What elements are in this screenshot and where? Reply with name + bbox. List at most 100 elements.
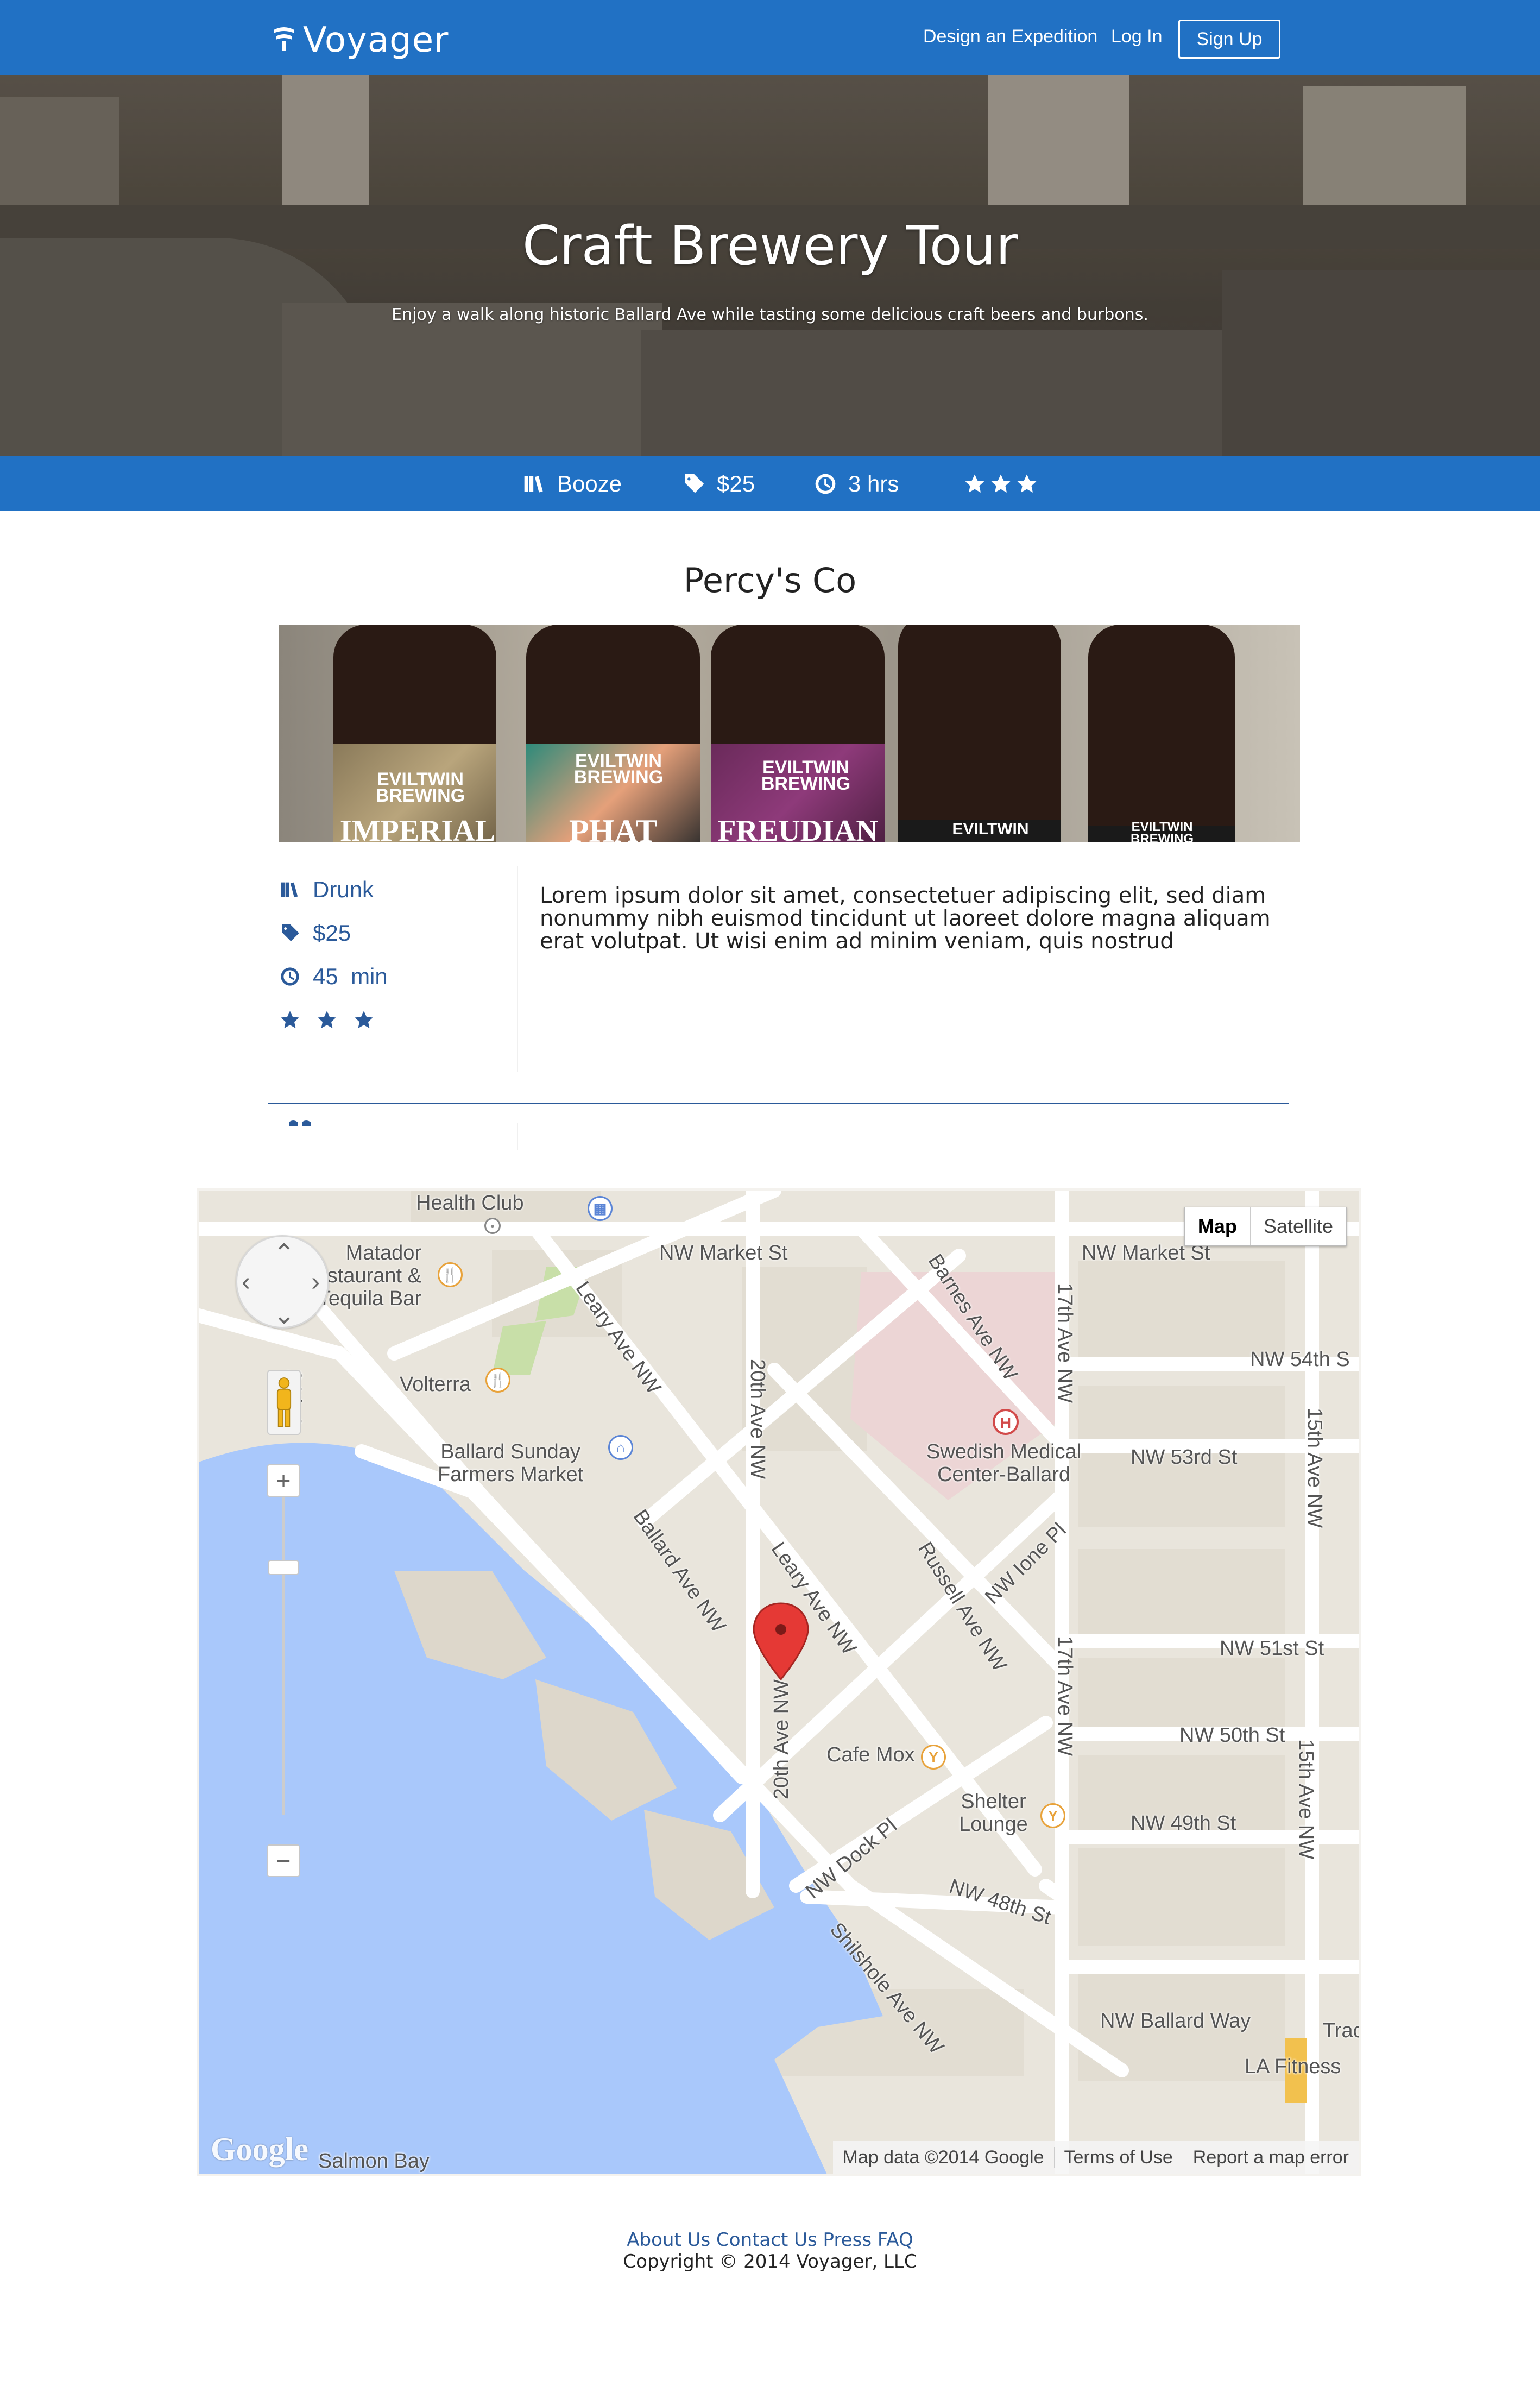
zoom-slider-handle[interactable] [268, 1560, 299, 1575]
about-link[interactable]: About Us [627, 2229, 710, 2251]
stop-details: Drunk $25 45 min [279, 868, 518, 1042]
tour-stats-bar: Booze $25 3 hrs [0, 456, 1540, 511]
bottle-image [711, 625, 885, 842]
books-icon [281, 882, 298, 898]
stat-price-label: $25 [717, 471, 755, 496]
stop-category-label: Drunk [313, 877, 374, 902]
restaurant-poi-icon[interactable]: 🍴 [438, 1262, 463, 1287]
pan-control[interactable]: ⌃ ⌃ ‹ › [236, 1235, 329, 1329]
copyright: Copyright © 2014 Voyager, LLC [623, 2251, 917, 2272]
next-stop-icon-peek [288, 1119, 326, 1126]
stat-price: $25 [682, 470, 755, 498]
navbar: Voyager Design an Expedition Log In Sign… [0, 0, 1540, 75]
stop-rating [279, 998, 518, 1042]
transit-poi-icon[interactable]: ▦ [588, 1196, 613, 1221]
google-logo[interactable]: Google [211, 2131, 308, 2168]
pan-right-icon[interactable]: › [311, 1269, 320, 1295]
map-type-map-button[interactable]: Map [1185, 1207, 1251, 1245]
bottle-image [898, 625, 1061, 842]
stop-duration-unit: min [351, 964, 388, 989]
stop-price: $25 [279, 911, 518, 955]
street-label: 17th Ave NW [1053, 1283, 1076, 1403]
stop-price-label: $25 [313, 920, 351, 946]
star-icon [281, 1011, 299, 1029]
books-icon [524, 476, 543, 493]
details-divider [517, 1123, 518, 1150]
tag-icon [685, 474, 704, 493]
stat-rating [963, 470, 1038, 498]
clock-icon [815, 474, 836, 494]
street-label: 15th Ave NW [1295, 1739, 1317, 1860]
contact-link[interactable]: Contact Us [716, 2229, 817, 2251]
footer-links: About Us Contact Us Press FAQ [0, 2229, 1540, 2251]
brand-name: Voyager [303, 20, 449, 60]
route-map[interactable]: H Health Club Matador Restaurant & Tequi… [197, 1188, 1361, 2176]
stop-description: Lorem ipsum dolor sit amet, consectetuer… [540, 883, 1271, 954]
bottle-label-text: EVILTWIN [952, 820, 1029, 838]
press-link[interactable]: Press [823, 2229, 872, 2251]
voyager-logo-icon [274, 27, 294, 51]
restaurant-poi-icon[interactable]: 🍴 [485, 1368, 510, 1393]
faq-link[interactable]: FAQ [878, 2229, 913, 2251]
report-error-link[interactable]: Report a map error [1182, 2146, 1359, 2168]
design-expedition-link[interactable]: Design an Expedition [923, 26, 1097, 47]
bottle-name-text: PHAT [569, 813, 658, 842]
zoom-out-button[interactable]: − [267, 1844, 300, 1877]
pan-up-icon[interactable]: ⌃ [273, 1241, 295, 1267]
rating-stars [279, 1009, 387, 1031]
street-label: NW 51st St [1220, 1637, 1324, 1660]
stop-category: Drunk [279, 868, 518, 911]
bottle-label-text: EVILTWIN BREWING [1131, 820, 1194, 842]
bar-poi-icon[interactable]: Y [921, 1745, 946, 1770]
street-label: NW Ballard Way [1100, 2010, 1251, 2032]
pegman-icon [276, 1377, 292, 1427]
street-label: NW Market St [659, 1242, 788, 1264]
zoom-in-button[interactable]: + [267, 1464, 300, 1497]
hero-subtitle: Enjoy a walk along historic Ballard Ave … [392, 305, 1148, 324]
zoom-track[interactable] [282, 1468, 285, 1815]
street-label: NW 54th S [1250, 1348, 1350, 1371]
street-label: 20th Ave NW [770, 1679, 793, 1800]
bottle-image [1088, 625, 1235, 842]
pan-left-icon[interactable]: ‹ [242, 1269, 250, 1295]
map-type-control: Map Satellite [1184, 1207, 1347, 1246]
pan-down-icon[interactable]: ⌃ [273, 1299, 295, 1327]
stop-photo: EVILTWIN BREWING EVILTWIN BREWING EVILTW… [279, 625, 1300, 842]
map-label: Shelter Lounge [959, 1790, 1028, 1836]
clock-icon [281, 967, 299, 986]
market-poi-icon[interactable]: ⌂ [608, 1435, 633, 1460]
signup-button[interactable]: Sign Up [1178, 20, 1280, 59]
map-label: Swedish Medical Center-Ballard [926, 1440, 1082, 1486]
map-type-satellite-button[interactable]: Satellite [1251, 1207, 1346, 1245]
stop-title: Percy's Co [683, 561, 857, 600]
map-label: Trac [1323, 2019, 1361, 2042]
hero-banner: Craft Brewery Tour Enjoy a walk along hi… [0, 75, 1540, 456]
point-poi-icon[interactable]: ● [484, 1218, 501, 1234]
bottle-image [333, 625, 496, 842]
hero-title: Craft Brewery Tour [522, 215, 1018, 277]
brand-logo[interactable]: Voyager [270, 18, 449, 62]
stop-duration: 45 min [279, 955, 518, 998]
map-attribution: Map data ©2014 Google Terms of Use Repor… [832, 2141, 1359, 2174]
stop-duration-value: 45 [313, 964, 338, 989]
footer: About Us Contact Us Press FAQ Copyright … [0, 2229, 1540, 2272]
street-label: NW 53rd St [1131, 1446, 1238, 1469]
terms-link[interactable]: Terms of Use [1053, 2146, 1183, 2168]
bottle-name-text: FREUDIAN [717, 814, 878, 842]
street-view-pegman-icon[interactable] [267, 1370, 301, 1435]
tag-icon [282, 924, 299, 941]
section-separator [268, 1103, 1289, 1104]
map-label: LA Fitness [1245, 2055, 1341, 2078]
star-icon [965, 474, 984, 493]
svg-text:H: H [1000, 1414, 1011, 1431]
login-link[interactable]: Log In [1111, 26, 1163, 47]
street-label: 15th Ave NW [1303, 1408, 1326, 1528]
bar-poi-icon[interactable]: Y [1040, 1803, 1065, 1828]
rating-stars [963, 473, 1038, 495]
map-label: Salmon Bay [318, 2150, 430, 2173]
map-label: Ballard Sunday Farmers Market [438, 1440, 584, 1486]
street-label: NW 49th St [1131, 1812, 1236, 1835]
bottle-image [526, 625, 700, 842]
bottle-label-text: EVILTWIN BREWING [761, 757, 851, 794]
details-divider [517, 866, 518, 1072]
